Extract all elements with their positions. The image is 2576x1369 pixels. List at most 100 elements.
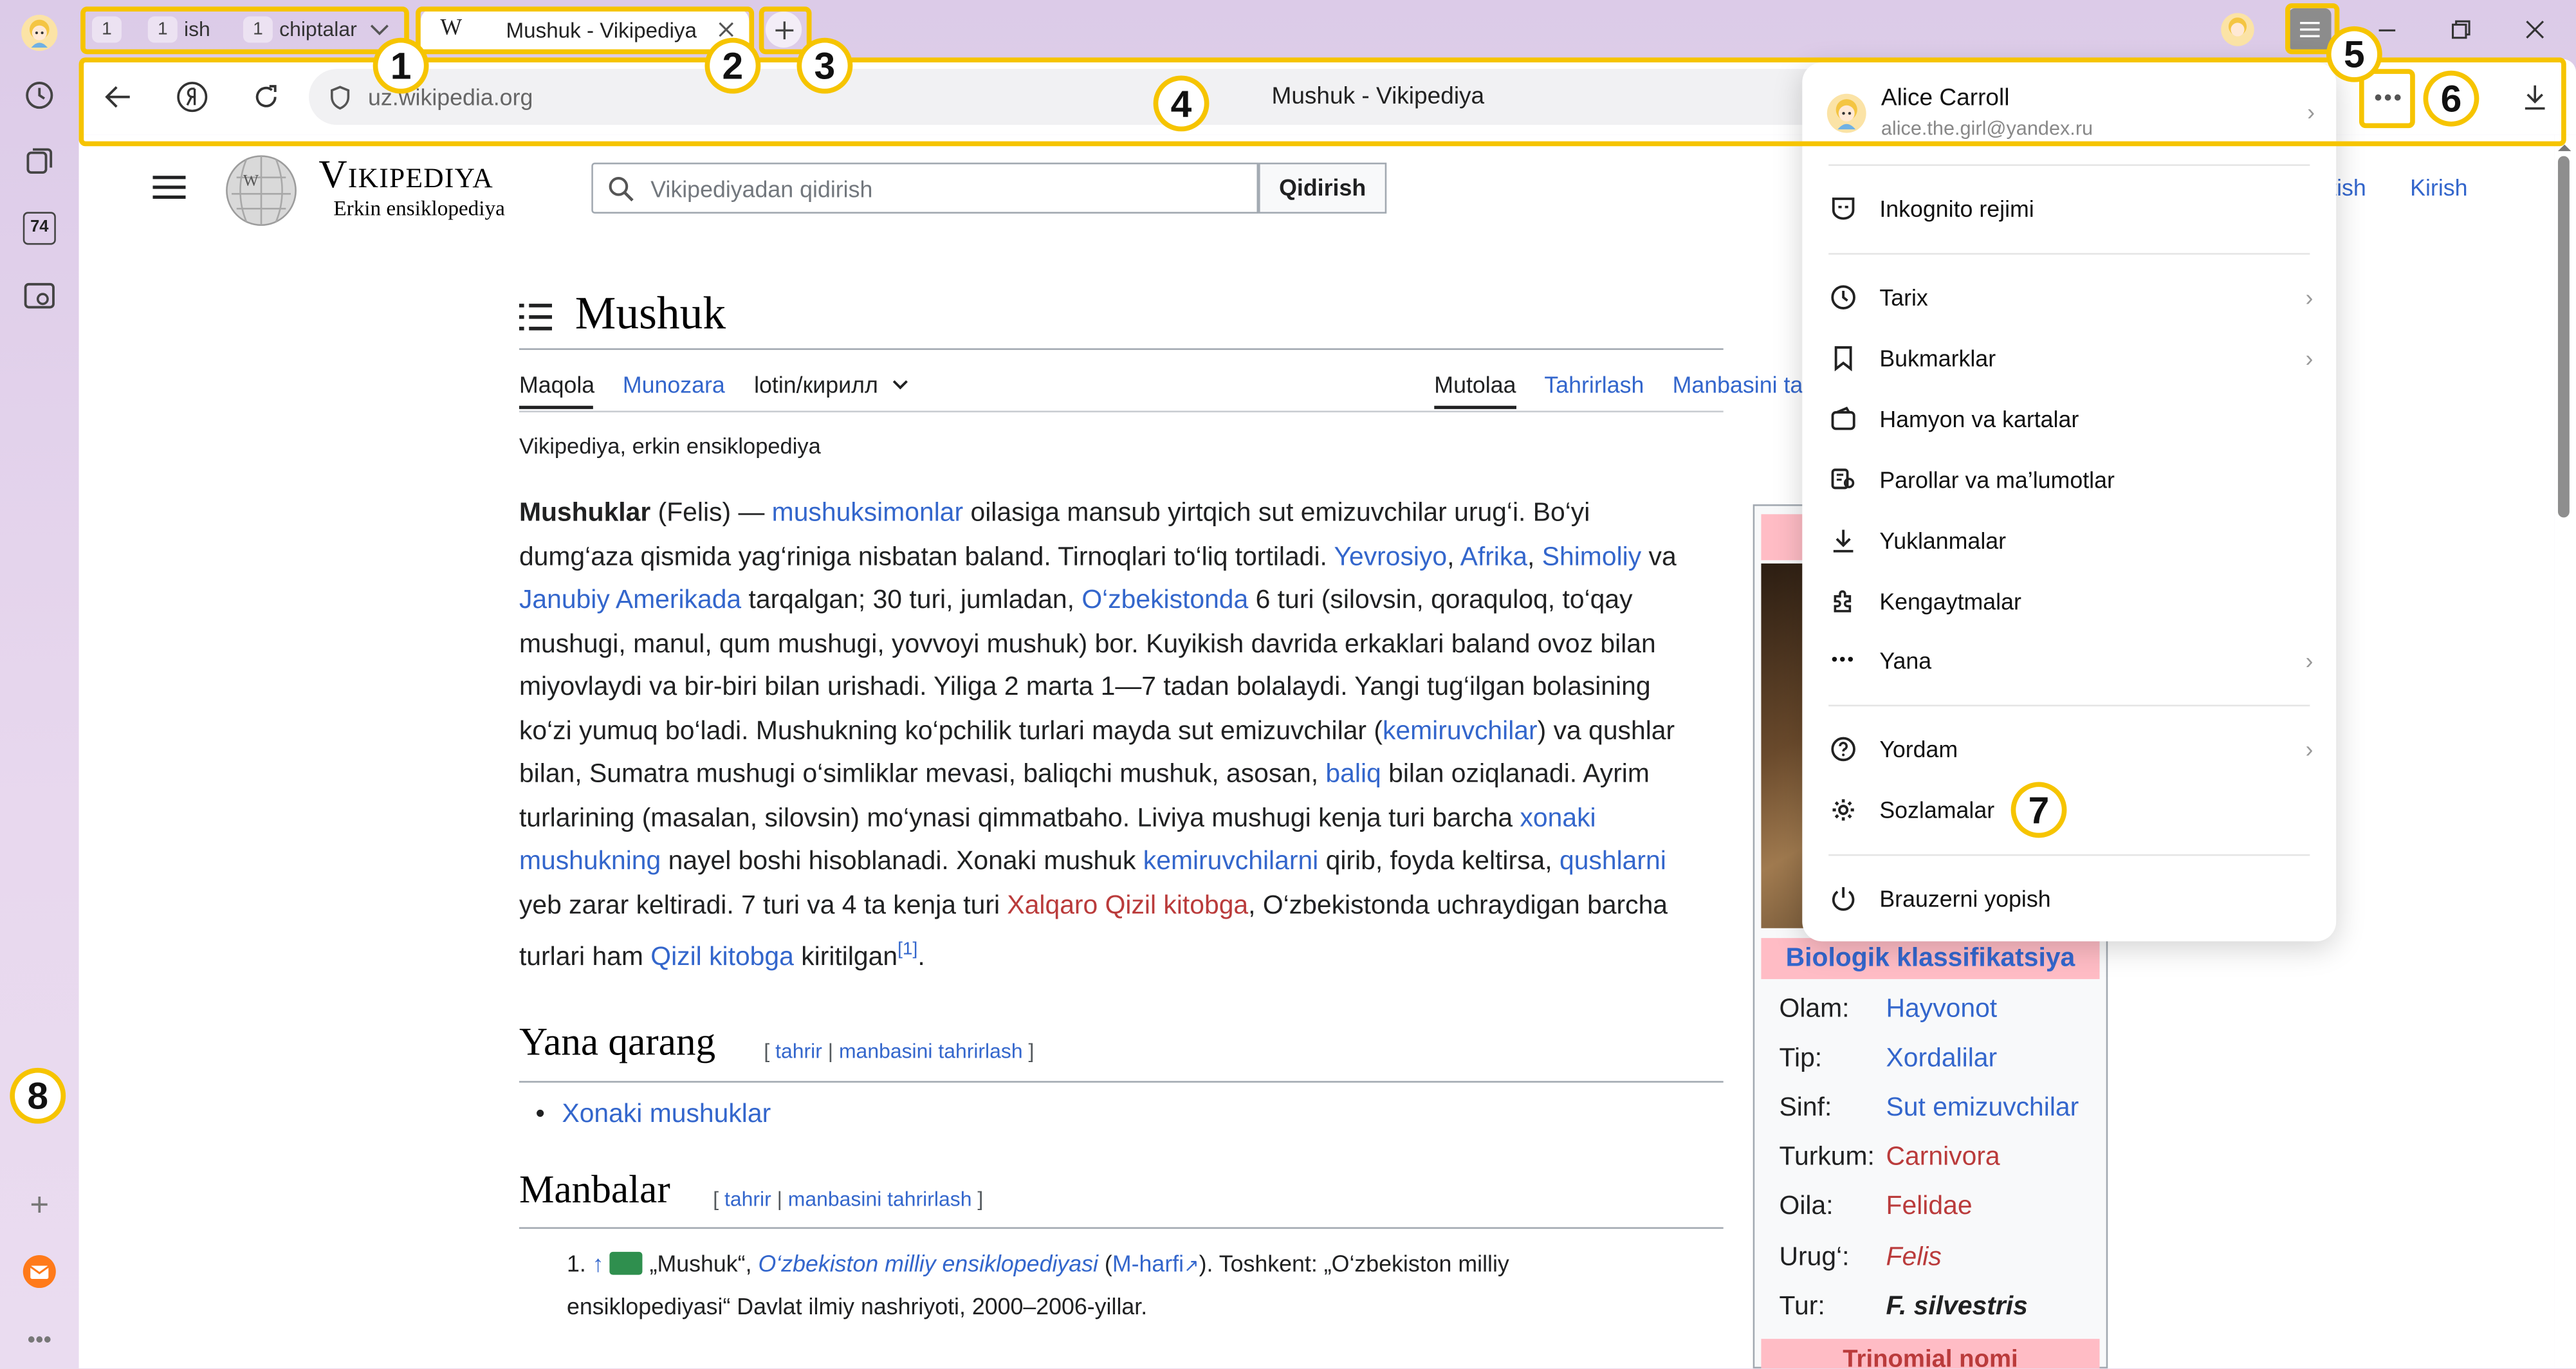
menu-item-downloads[interactable]: Yuklanmalar <box>1828 516 2313 565</box>
collections-icon[interactable] <box>20 142 59 181</box>
section-heading-see-also: Yana qarang <box>519 1022 716 1065</box>
browser-menu: Alice Carroll alice.the.girl@yandex.ru ›… <box>1802 62 2337 942</box>
link[interactable]: kemiruvchilarni <box>1143 848 1318 876</box>
restore-button[interactable] <box>2448 17 2474 43</box>
menu-item-label: Brauzerni yopish <box>1879 885 2051 912</box>
menu-item-extensions[interactable]: Kengaytmalar <box>1828 576 2313 626</box>
annotation-badge: 8 <box>10 1067 66 1124</box>
more-dots-icon[interactable]: ••• <box>20 1319 59 1359</box>
menu-item-wallet[interactable]: Hamyon va kartalar <box>1828 394 2313 444</box>
main-menu-button[interactable] <box>152 174 186 209</box>
infobox-value[interactable]: Hayvonot <box>1886 995 1998 1025</box>
sidebar-badge: 74 <box>23 212 56 245</box>
menu-item-settings[interactable]: Sozlamalar <box>1828 786 2313 835</box>
restore-icon <box>2451 20 2470 39</box>
edit-link[interactable]: tahrir <box>775 1040 822 1063</box>
source-link[interactable]: O‘zbekiston milliy ensiklopediyasi <box>758 1250 1098 1276</box>
tab-article[interactable]: Maqola <box>519 371 594 398</box>
infobox-key: Oila: <box>1779 1192 1834 1221</box>
chevron-right-icon: › <box>2305 647 2314 674</box>
key-icon <box>1828 465 1858 495</box>
add-panel-icon[interactable]: + <box>20 1186 59 1226</box>
highlight-toolbar <box>78 57 2566 147</box>
scrollbar-thumb[interactable] <box>2557 156 2570 518</box>
edit-source-link[interactable]: manbasini tahrirlash <box>788 1188 972 1211</box>
wiki-search-button[interactable]: Qidirish <box>1258 162 1387 214</box>
svg-text:W: W <box>243 171 259 190</box>
history-icon[interactable] <box>20 75 59 115</box>
bookmark-icon <box>1828 344 1858 373</box>
red-link[interactable]: Xalqaro Qizil kitobga <box>1007 891 1248 919</box>
link[interactable]: qushlarni <box>1559 848 1666 876</box>
link[interactable]: Shimoliy <box>1542 543 1641 571</box>
menu-item-more[interactable]: ••• Yana › <box>1828 636 2314 685</box>
menu-divider <box>1828 704 2310 707</box>
infobox-row: Olam: Hayvonot <box>1780 995 1998 1025</box>
infobox-row: Tip: Xordalilar <box>1779 1045 1998 1074</box>
link[interactable]: Afrika <box>1460 543 1527 571</box>
text: yeb zarar keltiradi. 7 turi va 4 ta kenj… <box>519 891 1007 919</box>
infobox-key: Tip: <box>1779 1045 1823 1073</box>
wiki-logo-title: Vikipediya <box>318 154 494 198</box>
source-link[interactable]: M-harfi <box>1112 1250 1184 1276</box>
tab-edit[interactable]: Tahrirlash <box>1544 371 1644 398</box>
edit-source-link[interactable]: manbasini tahrirlash <box>839 1040 1023 1063</box>
link[interactable]: kemiruvchilar <box>1383 717 1538 745</box>
chevron-right-icon: › <box>2305 736 2314 762</box>
ref-backlink[interactable]: ↑ <box>593 1250 604 1276</box>
tab-read[interactable]: Mutolaa <box>1434 371 1516 398</box>
link[interactable]: mushuksimonlar <box>772 499 963 527</box>
infobox-value[interactable]: Xordalilar <box>1886 1045 1998 1074</box>
tab-talk[interactable]: Munozara <box>623 371 725 398</box>
menu-item-quit[interactable]: Brauzerni yopish <box>1828 874 2313 924</box>
mail-icon[interactable] <box>20 1252 59 1291</box>
menu-item-label: Tarix <box>1879 284 1928 311</box>
infobox-row: Turkum: Carnivora <box>1779 1143 2000 1173</box>
wikipedia-globe-logo[interactable]: W <box>220 152 302 228</box>
menu-item-bookmarks[interactable]: Bukmarklar › <box>1828 333 2313 383</box>
history-icon <box>1828 282 1858 312</box>
link[interactable]: O‘zbekistonda <box>1081 587 1248 614</box>
infobox-value[interactable]: Felidae <box>1886 1193 1973 1222</box>
text: , <box>1527 542 1542 571</box>
edit-link[interactable]: tahrir <box>724 1188 771 1211</box>
annotation-badge: 2 <box>704 37 761 94</box>
wiki-search-input[interactable]: Vikipediyadan qidirish <box>591 162 1259 214</box>
link[interactable]: Qizil kitobga <box>650 944 794 971</box>
profile-mini-avatar[interactable] <box>2220 12 2259 51</box>
see-also-link[interactable]: Xonaki mushuklar <box>562 1101 771 1128</box>
link[interactable]: baliq <box>1325 760 1381 788</box>
infobox-value[interactable]: Felis <box>1886 1244 1942 1273</box>
profile-avatar[interactable] <box>18 12 60 54</box>
screenshot-icon[interactable] <box>20 276 59 315</box>
chevron-down-icon[interactable] <box>892 380 909 391</box>
calendar-badge-icon[interactable]: 74 <box>20 208 59 248</box>
menu-item-help[interactable]: Yordam › <box>1828 724 2313 774</box>
tab-edit-source[interactable]: Manbasini ta <box>1673 371 1803 398</box>
infobox-value[interactable]: Carnivora <box>1886 1143 2000 1173</box>
annotation-badge: 1 <box>373 37 429 94</box>
link[interactable]: Janubiy Amerikada <box>519 587 741 614</box>
link[interactable]: Yevrosiyo <box>1334 543 1447 571</box>
infobox-value[interactable]: Sut emizuvchilar <box>1886 1094 2079 1124</box>
bracket: ] <box>971 1188 984 1211</box>
infobox-key: Turkum: <box>1779 1143 1875 1171</box>
footnote-ref[interactable]: [1] <box>897 940 917 960</box>
annotation-badge: 4 <box>1153 75 1210 132</box>
infobox-key: Sinf: <box>1779 1094 1832 1123</box>
menu-item-label: Parollar va ma’lumotlar <box>1879 466 2115 493</box>
tabs-divider <box>519 410 1724 412</box>
tab-script-variant[interactable]: lotin/кирилл <box>754 371 878 398</box>
close-window-button[interactable] <box>2522 17 2548 43</box>
download-icon <box>1828 526 1858 555</box>
bracket: [ <box>764 1040 776 1063</box>
bracket: [ <box>713 1188 725 1211</box>
reference-item: 1. ↑ „Mushuk“, O‘zbekiston milliy ensikl… <box>567 1244 1635 1326</box>
toc-icon[interactable] <box>519 302 553 340</box>
login-link[interactable]: Kirish <box>2410 174 2467 201</box>
infobox-classification-heading[interactable]: Biologik klassifikatsiya <box>1761 938 2100 979</box>
menu-divider <box>1828 164 2310 166</box>
menu-item-passwords[interactable]: Parollar va ma’lumotlar <box>1828 455 2313 504</box>
menu-item-history[interactable]: Tarix › <box>1828 273 2313 322</box>
menu-item-incognito[interactable]: Inkognito rejimi <box>1828 184 2313 234</box>
